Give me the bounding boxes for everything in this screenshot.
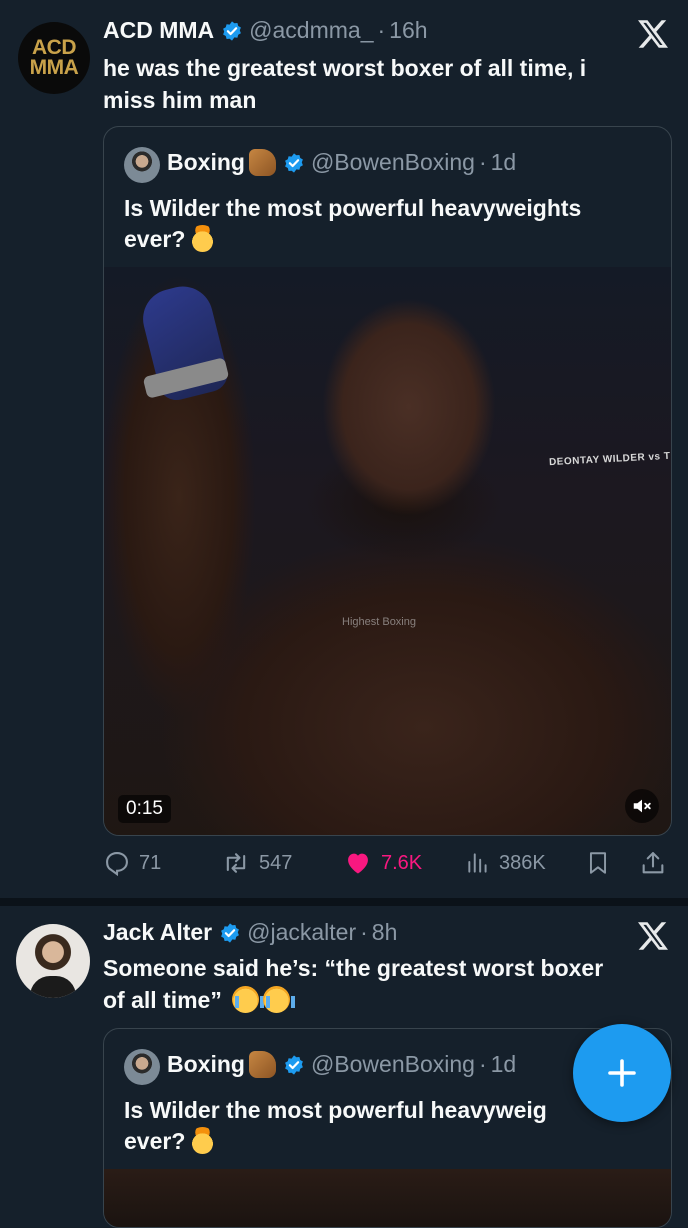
tweet-text-line-content: of all time”: [103, 987, 222, 1013]
separator-dot: ·: [478, 149, 487, 175]
quoted-text-line: ever?: [124, 1126, 654, 1157]
mute-button[interactable]: [625, 789, 659, 823]
separator-dot: ·: [478, 1051, 487, 1077]
avatar-shirt-shape: [30, 976, 76, 998]
share-icon: [642, 852, 664, 874]
bookmark-button[interactable]: [585, 846, 619, 880]
tweet-text-line: he was the greatest worst boxer of all t…: [103, 55, 587, 81]
avatar[interactable]: ACD MMA: [18, 22, 90, 94]
views-button[interactable]: 386K: [465, 846, 546, 880]
x-logo-icon: [638, 922, 668, 950]
bookmark-icon: [589, 852, 607, 874]
tweet-text: he was the greatest worst boxer of all t…: [103, 52, 673, 116]
verified-badge-icon: [223, 20, 242, 41]
quoted-avatar[interactable]: [124, 1049, 160, 1085]
reply-button[interactable]: 71: [103, 846, 161, 880]
author-handle[interactable]: @jackalter: [247, 919, 356, 946]
plus-icon: [608, 1059, 636, 1087]
reply-icon: [106, 852, 128, 877]
quoted-timestamp[interactable]: 1d: [491, 1051, 517, 1078]
flexed-biceps-emoji-icon: [248, 1051, 276, 1078]
verified-badge-icon: [221, 922, 240, 943]
quoted-timestamp[interactable]: 1d: [491, 149, 517, 176]
avatar-text-line: MMA: [29, 56, 79, 79]
share-button[interactable]: [639, 846, 675, 880]
quoted-text-line-content: ever?: [124, 226, 186, 252]
like-count: 7.6K: [381, 851, 423, 874]
loudly-crying-emoji-icon: [263, 986, 296, 1013]
video-watermark: Highest Boxing: [342, 616, 416, 628]
tweet-text: Someone said he’s: “the greatest worst b…: [103, 952, 673, 1016]
timestamp[interactable]: 8h: [372, 919, 398, 946]
author-name[interactable]: Jack Alter: [103, 919, 212, 946]
tweet-header: Jack Alter @jackalter · 8h: [103, 919, 397, 946]
video-thumbnail[interactable]: [104, 1169, 671, 1227]
repost-icon: [226, 853, 246, 873]
tweet-divider: [0, 898, 688, 906]
exploding-head-emoji-icon: [189, 225, 217, 252]
tweet-text-line: miss him man: [103, 87, 257, 113]
quoted-author-handle[interactable]: @BowenBoxing: [311, 1051, 475, 1078]
avatar[interactable]: [16, 924, 90, 998]
action-bar: 71 547 7.6K 386K: [103, 846, 672, 880]
verified-badge-icon: [285, 1054, 303, 1075]
video-overlay-caption: DEONTAY WILDER vs T: [549, 450, 672, 469]
quoted-author-name[interactable]: Boxing: [167, 1051, 245, 1078]
video-player[interactable]: DEONTAY WILDER vs T Highest Boxing 0:15: [104, 267, 672, 835]
exploding-head-emoji-icon: [189, 1127, 217, 1154]
views-icon: [468, 853, 487, 873]
tweet-text-line: of all time”: [103, 984, 673, 1016]
quoted-text-line: Is Wilder the most powerful heavyweig: [124, 1097, 547, 1123]
compose-button[interactable]: [573, 1024, 671, 1122]
verified-badge-icon: [285, 152, 303, 173]
quoted-text-line: Is Wilder the most powerful heavyweights: [124, 195, 582, 221]
repost-button[interactable]: 547: [221, 846, 292, 880]
repost-count: 547: [259, 851, 293, 874]
video-duration: 0:15: [118, 795, 171, 823]
quoted-author-name[interactable]: Boxing: [167, 149, 245, 176]
tweet-header: ACD MMA @acdmma_ · 16h: [103, 17, 428, 44]
author-name[interactable]: ACD MMA: [103, 17, 214, 44]
loudly-crying-emoji-icon: [232, 986, 265, 1013]
mute-icon: [633, 799, 651, 813]
quoted-author-handle[interactable]: @BowenBoxing: [311, 149, 475, 176]
quoted-tweet[interactable]: Boxing @BowenBoxing · 1d Is Wilder the m…: [103, 126, 672, 836]
quoted-text: Is Wilder the most powerful heavyweights…: [124, 193, 654, 255]
quoted-avatar[interactable]: [124, 147, 160, 183]
separator-dot: ·: [377, 17, 386, 43]
quoted-text: Is Wilder the most powerful heavyweig ev…: [124, 1095, 654, 1157]
views-count: 386K: [499, 851, 546, 874]
quoted-header: Boxing @BowenBoxing · 1d: [167, 1051, 516, 1078]
tweet[interactable]: ACD MMA ACD MMA @acdmma_ · 16h he was th…: [0, 0, 688, 898]
quoted-text-line: ever?: [124, 224, 654, 255]
x-logo-icon: [638, 20, 668, 48]
quoted-text-line-content: ever?: [124, 1128, 186, 1154]
separator-dot: ·: [360, 919, 368, 945]
reply-count: 71: [139, 851, 162, 874]
timestamp[interactable]: 16h: [389, 17, 427, 44]
author-handle[interactable]: @acdmma_: [249, 17, 373, 44]
tweet-text-line: Someone said he’s: “the greatest worst b…: [103, 955, 604, 981]
flexed-biceps-emoji-icon: [248, 149, 276, 176]
avatar-text-line: ACD: [32, 36, 77, 60]
quoted-header: Boxing @BowenBoxing · 1d: [167, 149, 516, 176]
like-button[interactable]: 7.6K: [343, 846, 422, 880]
heart-icon: [348, 853, 368, 874]
